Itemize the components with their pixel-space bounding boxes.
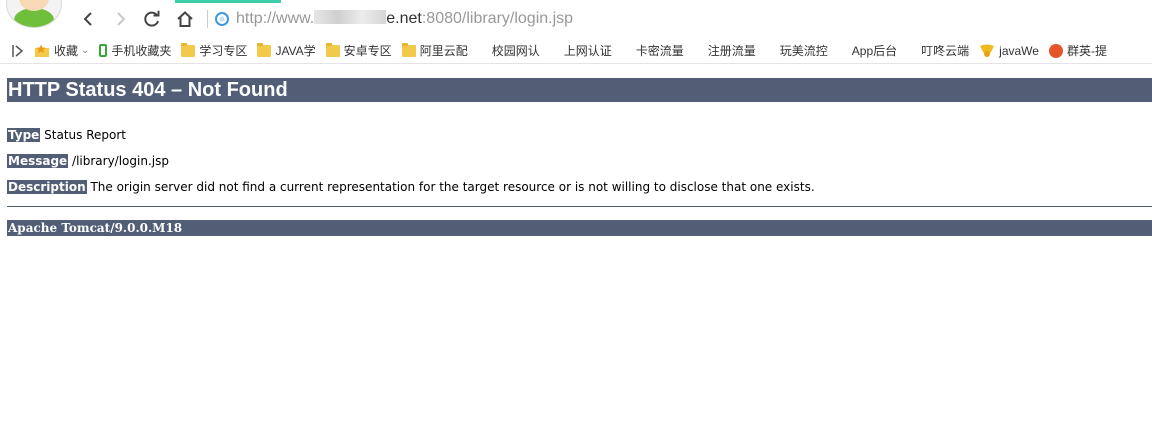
url-text: http://www. e.net:8080/library/login.jsp (236, 10, 573, 28)
address-bar[interactable]: http://www. e.net:8080/library/login.jsp (207, 6, 1107, 32)
chevron-down-icon: ⌄ (81, 45, 90, 56)
bookmark-label: javaWe (999, 43, 1039, 58)
security-globe-icon (215, 12, 229, 26)
bookmark-label: 注册流量 (707, 44, 756, 58)
chevron-right-icon (117, 12, 126, 26)
bookmark-folder-android[interactable]: 安卓专区 (325, 42, 392, 59)
home-button[interactable] (174, 8, 196, 30)
bookmark-label: 手机收藏夹 (111, 44, 172, 58)
reload-icon (144, 10, 160, 27)
bookmark-label: 校园网认 (491, 44, 540, 58)
home-icon (177, 11, 193, 27)
url-path: :8080/library/login.jsp (421, 10, 574, 27)
bookmark-label: 卡密流量 (635, 44, 684, 58)
bookmark-label: JAVA学 (275, 44, 316, 58)
bookmark-campus-net[interactable]: 校园网认 (478, 42, 540, 59)
description-value: The origin server did not find a current… (90, 180, 815, 194)
error-title: HTTP Status 404 – Not Found (7, 78, 1152, 102)
star-folder-icon (35, 44, 49, 57)
bookmarks-bar: 收藏 ⌄ 手机收藏夹 学习专区 JAVA学 安卓专区 阿里云配 校园网认 上网认… (0, 38, 1152, 64)
sidebar-toggle-icon (12, 44, 24, 57)
description-label: Description (7, 180, 87, 194)
bookmark-card-traffic[interactable]: 卡密流量 (622, 42, 684, 59)
browser-toolbar: http://www. e.net:8080/library/login.jsp (0, 0, 1152, 38)
bookmark-qunying[interactable]: 群英-提 (1048, 42, 1107, 59)
bookmark-favorites[interactable]: 收藏 ⌄ (34, 42, 89, 59)
reload-button[interactable] (141, 8, 163, 30)
description-row: Description The origin server did not fi… (7, 180, 815, 194)
bookmark-mobile-favorites[interactable]: 手机收藏夹 (99, 42, 171, 59)
message-row: Message /library/login.jsp (7, 154, 169, 168)
folder-icon (401, 42, 416, 57)
message-label: Message (7, 154, 69, 168)
bookmark-folder-aliyun[interactable]: 阿里云配 (401, 42, 468, 59)
bookmark-label: 叮咚云端 (921, 44, 970, 58)
message-value: /library/login.jsp (72, 154, 169, 168)
bookmark-net-auth[interactable]: 上网认证 (550, 42, 612, 59)
folder-icon (325, 42, 340, 57)
bookmark-label: 阿里云配 (419, 44, 468, 58)
server-footer: Apache Tomcat/9.0.0.M18 (7, 220, 1152, 236)
url-host-suffix: e.net (386, 10, 422, 27)
active-tab-indicator (175, 0, 281, 3)
badge-icon (980, 44, 995, 57)
bookmark-register-traffic[interactable]: 注册流量 (694, 42, 756, 59)
bookmark-label: App后台 (851, 44, 898, 58)
error-page: HTTP Status 404 – Not Found Type Status … (7, 78, 1152, 236)
user-avatar[interactable] (6, 0, 62, 28)
bookmark-label: 收藏 (54, 44, 79, 58)
chevron-left-icon (83, 12, 92, 26)
avatar-body (14, 8, 54, 27)
type-value: Status Report (44, 128, 126, 142)
type-row: Type Status Report (7, 128, 126, 142)
bookmark-folder-java[interactable]: JAVA学 (257, 42, 316, 59)
bookmark-label: 学习专区 (199, 44, 248, 58)
round-logo-icon (1048, 43, 1063, 58)
type-label: Type (7, 128, 41, 142)
forward-button[interactable] (110, 8, 132, 30)
bookmark-dingdong-cloud[interactable]: 叮咚云端 (907, 42, 969, 59)
url-prefix: http://www. (236, 10, 315, 27)
bookmark-label: 上网认证 (563, 44, 612, 58)
divider (7, 206, 1152, 207)
bookmark-label: 玩美流控 (779, 44, 828, 58)
phone-icon (99, 44, 108, 57)
url-redacted-segment (314, 10, 387, 24)
folder-icon (181, 42, 196, 57)
bookmark-label: 群英-提 (1066, 44, 1107, 58)
bookmark-javawe[interactable]: javaWe (979, 44, 1039, 58)
back-button[interactable] (77, 8, 99, 30)
sidebar-toggle-button[interactable] (12, 44, 26, 58)
bookmark-folder-study[interactable]: 学习专区 (181, 42, 247, 59)
bookmark-flow-control[interactable]: 玩美流控 (766, 42, 828, 59)
bookmark-label: 安卓专区 (343, 44, 392, 58)
address-divider (207, 10, 208, 28)
folder-icon (257, 42, 272, 57)
bookmark-app-backend[interactable]: App后台 (838, 42, 897, 59)
